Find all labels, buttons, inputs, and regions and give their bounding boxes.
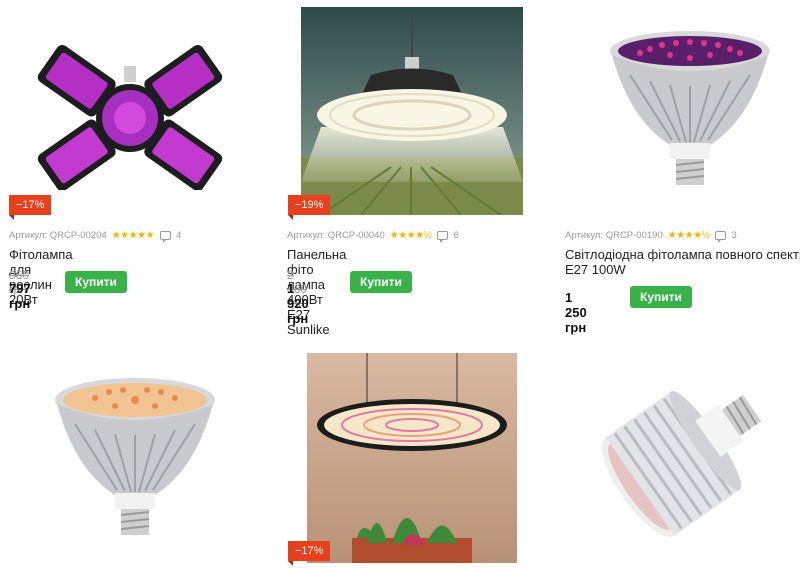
product-image-par-grow-bulb[interactable] [600, 25, 780, 190]
rating-stars: ★★★★½ [667, 230, 710, 241]
review-count: 4 [176, 230, 182, 241]
product-image-finned-led-bulb[interactable] [590, 360, 780, 550]
review-count: 6 [453, 230, 459, 241]
product-image-ufo-grow-lamp[interactable] [301, 7, 523, 215]
current-price: 1 250 грн [565, 290, 587, 335]
rating-stars: ★★★★★ [111, 230, 155, 241]
comment-icon [437, 231, 449, 243]
review-count: 3 [731, 230, 737, 241]
product-sku: Артикул: QRCP-00040 [287, 230, 385, 241]
discount-badge: −19% [288, 195, 331, 220]
product-title-line: E27 100W [565, 262, 626, 277]
buy-button[interactable]: Купити [350, 271, 412, 293]
comment-icon [160, 231, 172, 243]
product-meta: Артикул: QRCP-00204 ★★★★★ 4 [9, 230, 182, 243]
comment-icon [715, 231, 727, 243]
product-sku: Артикул: QRCP-00204 [9, 230, 107, 241]
product-meta: Артикул: QRCP-00190 ★★★★½ 3 [565, 230, 737, 243]
product-title-line: Світлодіодна фітолампа повного спектр [565, 247, 800, 262]
current-price: 1 920 грн [287, 281, 309, 326]
discount-badge: −17% [288, 541, 331, 566]
buy-button[interactable]: Купити [630, 286, 692, 308]
buy-button[interactable]: Купити [65, 271, 127, 293]
rating-stars: ★★★★½ [389, 230, 432, 241]
product-image-par-warm-bulb[interactable] [45, 370, 225, 540]
product-title[interactable]: Світлодіодна фітолампа повного спектр E2… [565, 247, 800, 277]
discount-badge: −17% [9, 195, 52, 220]
product-sku: Артикул: QRCP-00190 [565, 230, 663, 241]
product-image-folding-grow-lamp[interactable] [20, 40, 240, 190]
current-price: 797 грн [9, 281, 31, 311]
product-meta: Артикул: QRCP-00040 ★★★★½ 6 [287, 230, 459, 243]
product-image-round-grow-panel[interactable] [307, 353, 517, 563]
